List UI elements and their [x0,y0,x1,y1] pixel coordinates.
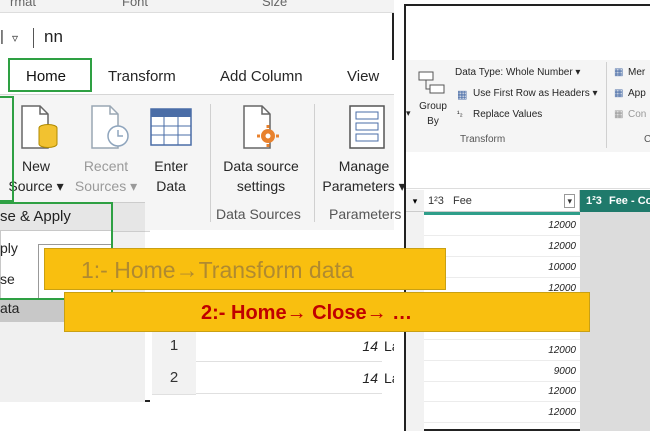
headers-icon[interactable]: ▦ [457,88,467,101]
tab-home[interactable]: Home [26,68,66,85]
fee-cell[interactable]: 12000 [424,237,580,257]
data-source-settings-icon[interactable] [240,104,284,152]
data-source-settings-line2: settings [236,178,286,194]
group-by-line1: Group [419,101,447,112]
grid-cell[interactable]: 14 [196,330,382,362]
data-source-settings-button[interactable]: Data source settings [216,156,306,196]
row-number[interactable]: 1 [152,330,196,363]
manage-parameters-line2: Parameters ▾ [322,178,406,194]
grid-cell-next[interactable]: La [384,330,394,362]
enter-data-line1: Enter [154,158,188,174]
fee-copy-column [580,212,650,431]
qat-dropdown-icon[interactable]: ▿ [12,31,18,45]
column-header-fee-copy-label: Fee - Cop [608,195,650,207]
qat-separator [33,28,34,48]
ribbon-separator [606,62,607,148]
column-dropdown-icon[interactable]: ▾ [564,194,575,208]
right-title-area [406,6,650,60]
group-label-data-sources: Data Sources [216,206,301,222]
append-icon[interactable]: ▦ [614,88,623,99]
group-label-transform: Transform [460,134,506,145]
title-strip: rmat Font Size [0,0,394,13]
qat-filename: nn [44,27,63,46]
annotation-step-1: 1:- Home→Transform data [44,248,446,290]
title-fragment-size: Size [262,0,288,9]
ribbon-separator [314,104,315,222]
ribbon-collapse-icon[interactable]: ▾ [406,108,411,119]
replace-values-button[interactable]: Replace Values [473,109,542,120]
use-first-row-headers-button[interactable]: Use First Row as Headers ▾ [473,88,598,99]
group-label-parameters: Parameters [329,206,402,222]
tab-view[interactable]: View [347,68,379,85]
tab-add-column[interactable]: Add Column [220,68,303,85]
group-by-icon[interactable] [418,70,446,96]
manage-parameters-line1: Manage [338,158,390,174]
new-source-button[interactable]: New Source ▾ [8,156,64,196]
manage-parameters-icon[interactable] [348,104,388,150]
data-type-dropdown[interactable]: Data Type: Whole Number ▾ [455,67,580,78]
recent-sources-line2: Sources ▾ [74,178,138,194]
column-header-fee-copy[interactable]: 1²3 Fee - Cop [580,190,650,212]
table-grid-icon[interactable] [150,108,192,148]
annotation-step-2: 2:- Home→ Close→ … [64,292,590,332]
combine-files-button[interactable]: Con [628,109,646,120]
grid-cell-next[interactable]: La [384,362,394,394]
new-source-highlight [0,96,14,202]
tab-transform[interactable]: Transform [108,68,176,85]
merge-queries-button[interactable]: Mer [628,67,645,78]
combine-icon[interactable]: ▦ [614,109,623,120]
enter-data-line2: Data [156,178,186,194]
formula-area [406,152,650,189]
recent-sources-button[interactable]: Recent Sources ▾ [74,156,138,196]
group-by-line2: By [427,116,439,127]
group-label-combine: C [644,134,650,145]
fee-cell[interactable]: 12000 [424,341,580,361]
ribbon-separator [210,104,211,222]
fee-cell[interactable]: 9000 [424,362,580,382]
title-fragment-font: Font [122,0,149,9]
column-type-icon: 1²3 [586,195,602,207]
qat-pipe-icon[interactable]: | [0,28,4,45]
manage-parameters-button[interactable]: Manage Parameters ▾ [320,156,408,196]
row-number[interactable]: 2 [152,362,196,395]
new-source-line2: Source ▾ [8,178,64,194]
column-filter-icon[interactable]: ▾ [406,190,424,212]
data-source-settings-line1: Data source [223,158,299,174]
group-by-button[interactable]: Group By [416,99,450,129]
fee-cell[interactable]: 12000 [424,382,580,402]
new-source-icon[interactable] [18,104,62,152]
column-type-icon: 1²3 [428,195,444,207]
column-header-fee[interactable]: 1²3 Fee ▾ [424,190,580,212]
fee-cell[interactable]: 12000 [424,216,580,236]
fee-cell[interactable]: 12000 [424,403,580,423]
column-header-fee-label: Fee [452,195,472,207]
recent-sources-line1: Recent [83,158,129,174]
recent-sources-icon[interactable] [88,104,132,152]
query-item-label: ata [0,300,20,316]
new-source-line1: New [21,158,50,174]
fee-cell[interactable]: 10000 [424,258,580,278]
grid-cell[interactable]: 14 [196,362,382,394]
title-fragment-format: rmat [10,0,36,9]
append-queries-button[interactable]: App [628,88,646,99]
enter-data-button[interactable]: Enter Data [146,156,196,196]
replace-values-icon[interactable]: ¹₂ [457,109,463,118]
merge-icon[interactable]: ▦ [614,67,623,78]
